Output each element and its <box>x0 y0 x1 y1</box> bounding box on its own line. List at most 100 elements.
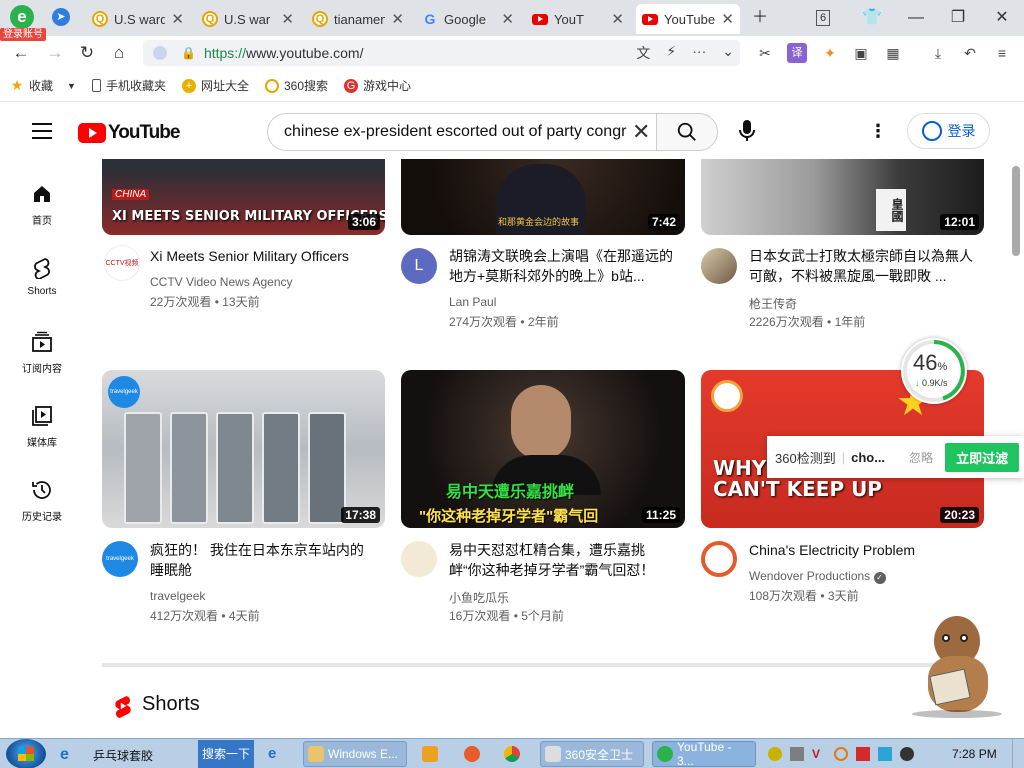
sidebar-item-library[interactable]: 媒体库 <box>0 404 84 449</box>
caret-down-icon[interactable]: ▼ <box>67 81 76 91</box>
taskbar-item-media[interactable] <box>418 741 446 767</box>
taskbar-item-youtube[interactable]: YouTube - 3... <box>652 740 756 768</box>
tab-count-badge[interactable]: 6 <box>816 10 830 26</box>
bookmark-mobile[interactable]: 手机收藏夹 <box>91 77 166 94</box>
ie-pinned-icon[interactable]: e <box>268 745 276 762</box>
channel-name[interactable]: 小鱼吃瓜乐 <box>449 589 509 606</box>
ignore-button[interactable]: 忽略 <box>909 449 933 466</box>
search-input[interactable]: chinese ex-president escorted out of par… <box>267 113 656 151</box>
video-title[interactable]: 疯狂的！ 我住在日本东京车站内的睡眠舱 <box>150 540 375 580</box>
ie-search-text[interactable]: 乒乓球套胶 <box>93 747 153 764</box>
taskbar-item-360-security[interactable]: 360安全卫士 <box>540 741 644 767</box>
close-tab-icon[interactable]: ✕ <box>391 10 404 28</box>
tray-app-icon[interactable] <box>768 747 782 761</box>
menu-icon[interactable]: ≡ <box>992 43 1012 63</box>
tray-monitor-icon[interactable] <box>878 747 892 761</box>
login-account-badge[interactable]: 登录账号 <box>0 28 46 41</box>
taskbar-item-360[interactable] <box>460 741 488 767</box>
sidebar-item-subscriptions[interactable]: 订阅内容 <box>0 330 84 375</box>
close-tab-icon[interactable]: ✕ <box>501 10 514 28</box>
navigate-arrow-icon[interactable]: ➤ <box>52 8 70 26</box>
restore-icon[interactable]: ❐ <box>946 6 970 30</box>
bookmark-nav[interactable]: + 网址大全 <box>181 77 249 94</box>
tab-us-ward-1[interactable]: Q U.S ward ✕ <box>86 4 190 34</box>
tray-volume-icon[interactable] <box>900 747 914 761</box>
tab-us-war-2[interactable]: Q U.S war ✕ <box>196 4 300 34</box>
video-title[interactable]: China's Electricity Problem <box>749 540 974 560</box>
home-icon[interactable]: ⌂ <box>108 42 130 64</box>
lightning-icon[interactable]: ⚡ <box>666 43 676 63</box>
search-query-text[interactable]: chinese ex-president escorted out of par… <box>284 123 628 141</box>
settings-kebab-icon[interactable]: ⋮ <box>868 119 888 143</box>
tab-google[interactable]: G Google ✕ <box>416 4 520 34</box>
video-title[interactable]: 易中天怼怼杠精合集，遭乐嘉挑衅“你这种老掉牙学者”霸气回怼！ <box>449 540 674 580</box>
forward-arrow-icon[interactable]: → <box>44 42 66 64</box>
tray-v-icon[interactable]: V <box>812 747 826 761</box>
360-browser-logo-icon[interactable]: e <box>10 5 34 29</box>
channel-name[interactable]: CCTV Video News Agency <box>150 275 293 289</box>
tab-youtube-active[interactable]: YouTube ✕ <box>636 4 740 34</box>
sign-in-button[interactable]: 登录 <box>907 113 990 149</box>
video-title[interactable]: Xi Meets Senior Military Officers <box>150 246 380 266</box>
sidebar-item-shorts[interactable]: Shorts <box>0 256 84 297</box>
channel-avatar[interactable]: CCTV视频 <box>104 245 140 281</box>
clear-search-icon[interactable]: ✕ <box>632 119 650 145</box>
channel-avatar[interactable] <box>701 248 737 284</box>
start-button[interactable] <box>6 739 46 768</box>
url-field[interactable]: 🔒 https://www.youtube.com/ ⽂ ⚡ ··· ⌄ <box>143 40 740 66</box>
video-thumbnail[interactable]: 皇國 12:01 <box>701 159 984 235</box>
close-window-icon[interactable]: ✕ <box>990 6 1014 30</box>
sidebar-item-history[interactable]: 历史记录 <box>0 478 84 523</box>
hamburger-menu-icon[interactable] <box>32 123 52 139</box>
tray-app-icon[interactable] <box>790 747 804 761</box>
game-ext-icon[interactable]: ✦ <box>820 43 840 63</box>
video-thumbnail[interactable]: travelgeek 17:38 <box>102 370 385 528</box>
tab-tiananmen[interactable]: Q tianamen ✕ <box>306 4 410 34</box>
minimize-icon[interactable]: — <box>904 6 928 30</box>
close-tab-icon[interactable]: ✕ <box>281 10 294 28</box>
more-dots-icon[interactable]: ··· <box>692 43 706 63</box>
hamster-mascot-icon[interactable] <box>912 612 1012 722</box>
channel-avatar[interactable] <box>701 541 737 577</box>
site-info-icon[interactable] <box>153 46 167 60</box>
youtube-logo[interactable]: YouTube <box>78 122 180 144</box>
ie-icon[interactable]: e <box>60 746 69 764</box>
video-title[interactable]: 胡锦涛文联晚会上演唱《在那遥远的地方+莫斯科郊外的晚上》b站... <box>449 246 674 286</box>
translate-ext-icon[interactable]: 译 <box>787 43 807 63</box>
channel-name[interactable]: travelgeek <box>150 589 205 603</box>
download-icon[interactable]: ⤓ <box>928 43 948 63</box>
channel-avatar[interactable]: travelgeek <box>102 541 138 577</box>
video-thumbnail[interactable]: CHINA XI MEETS SENIOR MILITARY OFFICERS … <box>102 159 385 235</box>
scissors-icon[interactable]: ✂ <box>755 43 775 63</box>
channel-name[interactable]: Wendover Productions ✓ <box>749 569 886 584</box>
shirt-skin-icon[interactable]: 👕 <box>860 6 884 30</box>
page-scrollbar-thumb[interactable] <box>1012 166 1020 256</box>
video-title[interactable]: 日本女武士打敗太極宗師自以為無人可敵，不料被黑旋風一戰即敗 ... <box>749 246 974 286</box>
bookmark-360search[interactable]: 360搜索 <box>264 77 328 94</box>
search-now-button[interactable]: 搜索一下 <box>198 740 254 768</box>
reader-icon[interactable]: ▣ <box>851 43 871 63</box>
channel-avatar[interactable]: L <box>401 248 437 284</box>
network-speed-gauge[interactable]: 46% ↓ 0.9K/s <box>901 338 967 404</box>
video-thumbnail[interactable]: 和那黄金会边的故事 7:42 <box>401 159 685 235</box>
translate-icon[interactable]: ⽂ <box>636 43 650 63</box>
back-arrow-icon[interactable]: ← <box>10 42 32 64</box>
taskbar-clock[interactable]: 7:28 PM <box>952 747 997 761</box>
url-text[interactable]: https://www.youtube.com/ <box>204 45 364 61</box>
show-desktop-button[interactable] <box>1012 739 1024 768</box>
close-tab-icon[interactable]: ✕ <box>611 10 624 28</box>
new-tab-plus-icon[interactable]: ＋ <box>748 6 772 30</box>
apps-grid-icon[interactable]: ▦ <box>883 43 903 63</box>
channel-avatar[interactable] <box>401 541 437 577</box>
close-tab-icon[interactable]: ✕ <box>171 10 184 28</box>
search-button[interactable] <box>656 113 718 151</box>
bookmark-games[interactable]: G 游戏中心 <box>344 77 411 94</box>
tray-search-icon[interactable] <box>834 747 848 761</box>
tray-flag-icon[interactable] <box>856 747 870 761</box>
channel-name[interactable]: 枪王传奇 <box>749 295 797 312</box>
video-thumbnail[interactable]: 易中天遭乐嘉挑衅 "你这种老掉牙学者"霸气回 11:25 <box>401 370 685 528</box>
reload-icon[interactable]: ↻ <box>76 42 98 64</box>
close-tab-icon[interactable]: ✕ <box>721 10 734 28</box>
filter-now-button[interactable]: 立即过滤 <box>945 442 1020 472</box>
taskbar-item-explorer[interactable]: Windows E... <box>303 741 407 767</box>
